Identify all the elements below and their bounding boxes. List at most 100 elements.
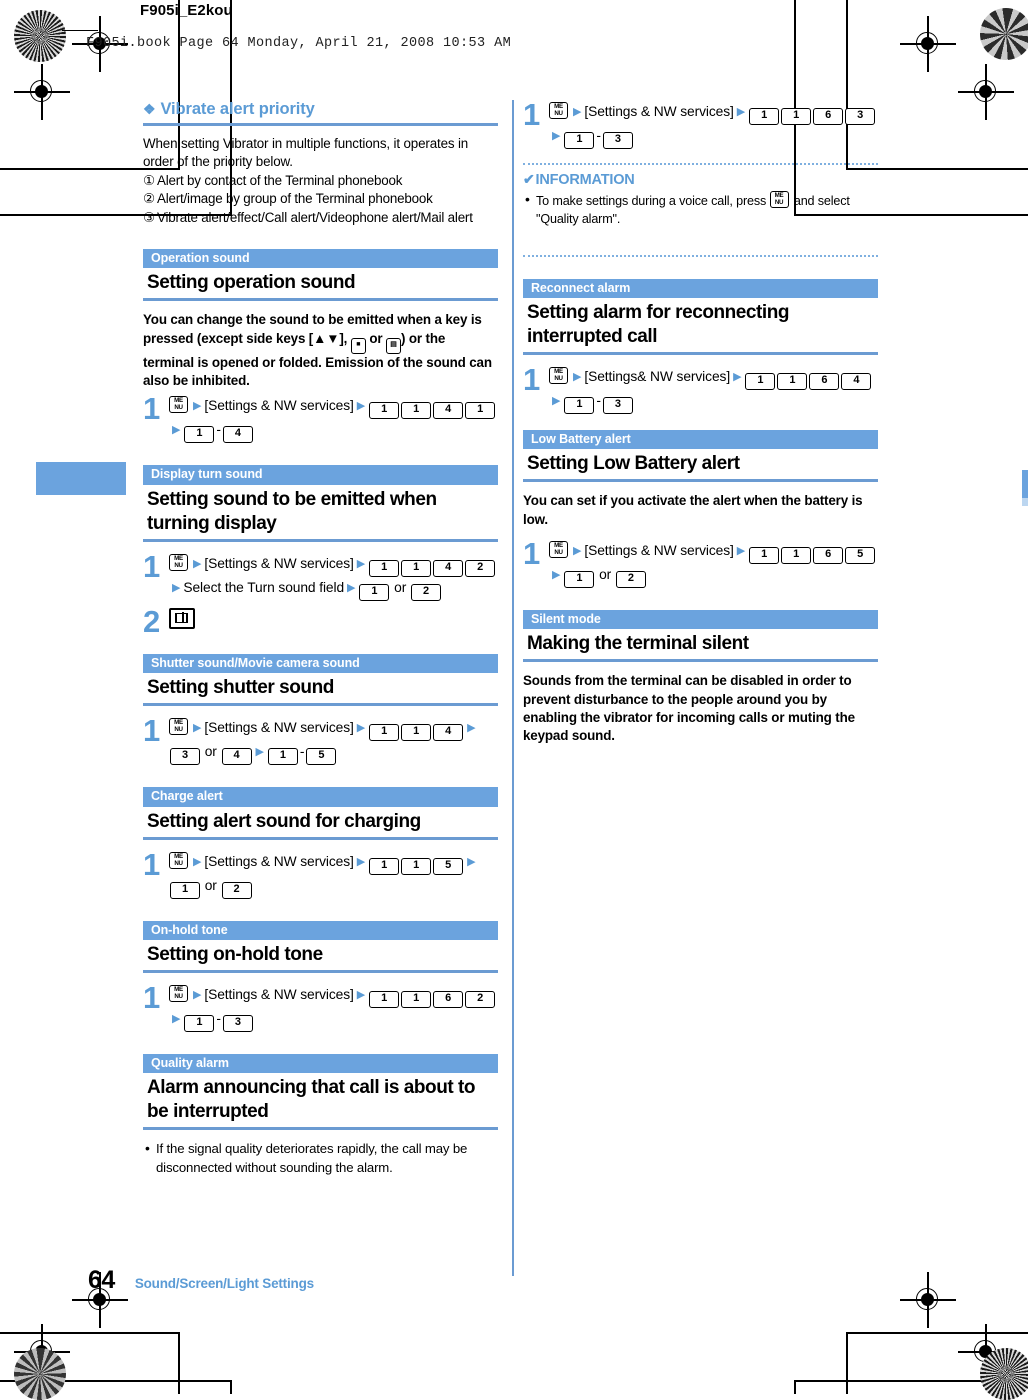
menu-key-icon: ME NU bbox=[169, 718, 188, 736]
list-item: ③ Vibrate alert/effect/Call alert/Videoph… bbox=[143, 209, 498, 228]
key-icon: 2 bbox=[410, 583, 441, 601]
key-icon: 1 bbox=[401, 402, 432, 420]
arrow-icon: ▶ bbox=[733, 371, 742, 383]
step-number: 1 bbox=[523, 362, 540, 397]
key-icon: 1 bbox=[564, 397, 595, 414]
crop-line bbox=[794, 1380, 796, 1394]
list-item-text: Alert by contact of the Terminal phonebo… bbox=[157, 172, 403, 188]
section-rule bbox=[143, 538, 498, 542]
step-label: [Settings & NW services] bbox=[204, 555, 354, 571]
step-number: 1 bbox=[143, 548, 160, 584]
left-column: ❖ Vibrate alert priority When setting Vib… bbox=[143, 100, 498, 1178]
arrow-icon: ▶ bbox=[255, 746, 264, 759]
or-text: or bbox=[599, 566, 612, 582]
step-content: ME NU ▶ [Settings& NW services] ▶ 1 1 6 4▶ 1-3 bbox=[549, 365, 878, 414]
key-icon: 4 bbox=[433, 724, 464, 742]
step-label: [Settings & NW services] bbox=[204, 986, 354, 1002]
key-icon: 5 bbox=[306, 748, 337, 766]
arrow-icon: ▶ bbox=[467, 722, 476, 735]
key-icon: 1 bbox=[564, 570, 595, 588]
key-icon: 4 bbox=[841, 373, 872, 390]
star-target-mark bbox=[14, 1348, 66, 1400]
bullet-text: If the signal quality deteriorates rapid… bbox=[156, 1141, 468, 1175]
bullet-dot-icon: • bbox=[145, 1140, 150, 1157]
step-block: 1 ME NU ▶ [Settings & NW services] ▶ 1 1 4 1▶ 1-4 bbox=[143, 391, 498, 444]
arrow-icon: ▶ bbox=[356, 400, 366, 413]
section-rule bbox=[143, 836, 498, 840]
step-label: [Settings& NW services] bbox=[584, 369, 731, 384]
circled-number-1: ① bbox=[143, 172, 155, 188]
section-tag: Operation sound bbox=[143, 249, 498, 269]
body-part-2: or bbox=[365, 330, 387, 346]
list-item: ② Alert/image by group of the Terminal ph… bbox=[143, 190, 498, 209]
key-icon: 3 bbox=[602, 132, 633, 149]
key-icon: 4 bbox=[433, 402, 464, 420]
header-rule bbox=[62, 30, 98, 31]
menu-key-icon: ME NU bbox=[549, 540, 568, 558]
key-icon: 2 bbox=[465, 990, 496, 1008]
section-tag: Display turn sound bbox=[143, 465, 498, 485]
step-content: ME NU ▶ [Settings & NW services] ▶ 1 1 4 2▶ Selec… bbox=[169, 552, 498, 601]
step-block: 1 ME NU ▶ [Settings & NW services] ▶ 1 1 4 2▶ Sel… bbox=[143, 548, 498, 601]
step-content: ME NU ▶ [Settings & NW services] ▶ 1 1 4 ▶3 or 4… bbox=[169, 716, 498, 766]
section-rule bbox=[143, 703, 498, 707]
section-operation-sound: Operation sound Setting operation sound … bbox=[143, 249, 498, 444]
key-icon: 1 bbox=[781, 546, 812, 564]
section-tag: Charge alert bbox=[143, 787, 498, 807]
step-block: 1 ME NU ▶ [Settings& NW services] ▶ 1 1 6 4▶ 1-3 bbox=[523, 362, 878, 414]
silent-mode-body: Sounds from the terminal can be disabled… bbox=[523, 673, 855, 744]
arrow-icon: ▶ bbox=[736, 544, 746, 557]
key-icon: 6 bbox=[433, 990, 464, 1008]
key-icon: 1 bbox=[777, 373, 808, 390]
range-dash: - bbox=[596, 128, 601, 143]
key-icon: 1 bbox=[170, 881, 200, 899]
or-text: or bbox=[204, 744, 217, 760]
key-icon: 1 bbox=[749, 546, 780, 564]
key-icon: 1 bbox=[184, 426, 215, 444]
step-number: 1 bbox=[523, 535, 540, 571]
low-battery-body: You can set if you activate the alert wh… bbox=[523, 493, 863, 527]
circled-number-2: ② bbox=[143, 191, 155, 207]
range-dash: - bbox=[216, 1010, 221, 1026]
dotted-divider-bottom bbox=[523, 254, 878, 257]
section-title: Making the terminal silent bbox=[527, 633, 749, 655]
step-number: 1 bbox=[143, 391, 160, 427]
step-number: 1 bbox=[143, 713, 160, 749]
registration-mark bbox=[14, 64, 70, 120]
vibrate-priority-list: ① Alert by contact of the Terminal phoneb… bbox=[143, 172, 498, 228]
arrow-icon: ▶ bbox=[552, 130, 561, 142]
key-icon: 1 bbox=[359, 583, 390, 601]
section-silent-mode: Silent mode Making the terminal silent S… bbox=[523, 609, 878, 746]
key-icon: 2 bbox=[221, 881, 252, 899]
step-content: ME NU ▶ [Settings & NW services] ▶ 1 1 5 ▶1 or 2 bbox=[169, 850, 498, 899]
arrow-icon: ▶ bbox=[356, 722, 366, 735]
chapter-name: Sound/Screen/Light Settings bbox=[134, 1276, 314, 1291]
key-icon: 2 bbox=[465, 559, 496, 577]
step-block: 1 ME NU ▶ [Settings & NW services] ▶ 1 1 6 2▶ 1-3 bbox=[143, 982, 498, 1032]
section-title: Setting Low Battery alert bbox=[527, 453, 740, 475]
thumb-index-tab bbox=[36, 462, 126, 495]
operation-sound-body: You can change the sound to be emitted w… bbox=[143, 311, 498, 390]
information-heading-text: INFORMATION bbox=[535, 172, 635, 188]
side-key-icon-a: ■ bbox=[350, 337, 366, 354]
dotted-divider-top bbox=[523, 163, 878, 165]
arrow-icon: ▶ bbox=[193, 988, 202, 1001]
registration-mark bbox=[900, 1272, 956, 1328]
arrow-icon: ▶ bbox=[193, 722, 202, 735]
section-display-turn-sound: Display turn sound Setting sound to be e… bbox=[143, 465, 498, 637]
section-rule bbox=[143, 298, 498, 302]
arrow-icon: ▶ bbox=[193, 400, 202, 413]
step-content: ME NU ▶ [Settings & NW services] ▶ 1 1 6 2▶ 1-3 bbox=[169, 983, 498, 1032]
step-content: ME NU ▶ [Settings & NW services] ▶ 1 1 4 1▶ 1-4 bbox=[169, 394, 498, 444]
section-tag: Shutter sound/Movie camera sound bbox=[143, 653, 498, 674]
arrow-icon: ▶ bbox=[172, 581, 181, 594]
document-title: F905i_E2kou bbox=[140, 2, 233, 19]
menu-key-icon: ME NU bbox=[769, 191, 789, 208]
key-icon: 1 bbox=[267, 748, 298, 766]
diamond-icon: ❖ bbox=[143, 101, 156, 117]
subsection-heading-text: Vibrate alert priority bbox=[160, 100, 315, 118]
menu-key-icon: ME NU bbox=[169, 396, 188, 414]
arrow-icon: ▶ bbox=[193, 855, 202, 868]
menu-key-icon: ME NU bbox=[169, 984, 188, 1002]
step-label: [Settings & NW services] bbox=[204, 398, 354, 414]
